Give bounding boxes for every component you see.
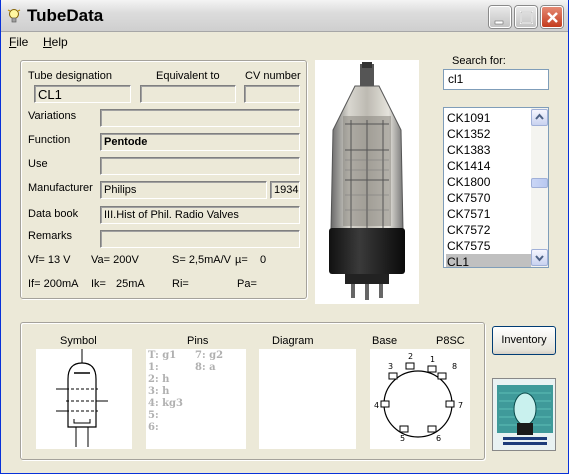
- title-bar[interactable]: TubeData: [1, 0, 568, 32]
- lightbulb-icon: [7, 8, 21, 24]
- cv-number-field[interactable]: [244, 85, 300, 103]
- search-label: Search for:: [452, 55, 506, 67]
- pins-panel: T: g1 1: 2: h 3: h 4: kg3 5: 6: 7: g2 8: a: [146, 349, 246, 449]
- va-value: Va= 200V: [91, 254, 139, 266]
- tubedata-logo[interactable]: [492, 378, 556, 451]
- base-pin-pad: [380, 400, 390, 408]
- equivalent-label: Equivalent to: [156, 70, 220, 82]
- base-panel: 1 2 3 4 5 6 7 8: [370, 349, 470, 449]
- ik-value: 25mA: [116, 278, 145, 290]
- variations-field[interactable]: [100, 109, 300, 127]
- base-pin-pad: [445, 400, 455, 408]
- databook-field[interactable]: III.Hist of Phil. Radio Valves: [100, 206, 300, 224]
- cv-number-label: CV number: [245, 70, 301, 82]
- pin-entry: 3: h: [148, 386, 170, 397]
- pin-entry: T: g1: [148, 350, 177, 361]
- pin-entry: 6:: [148, 422, 159, 433]
- pin-entry: 2: h: [148, 374, 170, 385]
- designation-field[interactable]: CL1: [34, 85, 131, 103]
- base-pin-pad: [388, 372, 398, 380]
- use-field[interactable]: [100, 157, 300, 175]
- function-label: Function: [28, 134, 71, 146]
- scroll-up-button[interactable]: [531, 109, 548, 126]
- window-title: TubeData: [27, 6, 104, 25]
- base-pin-label: 6: [436, 434, 441, 443]
- manufacturer-field[interactable]: Philips: [100, 181, 267, 199]
- close-icon: [547, 12, 558, 23]
- pin-entry: 1:: [148, 362, 159, 373]
- close-button[interactable]: [541, 6, 563, 28]
- minimize-button[interactable]: [489, 6, 511, 28]
- search-input[interactable]: cl1: [443, 69, 549, 90]
- pin-entry: 5:: [148, 410, 159, 421]
- vf-value: Vf= 13 V: [28, 254, 71, 266]
- base-label: Base: [372, 335, 398, 347]
- base-type-label: P8SC: [436, 335, 465, 347]
- databook-label: Data book: [28, 208, 79, 220]
- base-pin-label: 4: [374, 401, 379, 410]
- scroll-thumb[interactable]: [531, 178, 548, 188]
- base-pin-label: 7: [458, 401, 463, 410]
- pin-entry: 7: g2: [195, 350, 224, 361]
- tube-photo: [315, 60, 419, 304]
- pin-entry: 8: a: [195, 362, 216, 373]
- year-field[interactable]: 1934: [270, 181, 300, 199]
- s-value: S= 2,5mA/V: [172, 254, 232, 266]
- base-pin-label: 8: [452, 362, 457, 371]
- if-value: If= 200mA: [28, 278, 79, 290]
- maximize-icon: [520, 11, 533, 24]
- tubedata-window: TubeData File Help Tube designation Equi…: [0, 0, 569, 474]
- inventory-button[interactable]: Inventory: [492, 326, 556, 355]
- use-label: Use: [28, 158, 48, 170]
- diagram-label: Diagram: [272, 335, 314, 347]
- mu-label: µ=: [235, 254, 248, 266]
- ik-label: Ik=: [91, 278, 106, 290]
- remarks-label: Remarks: [28, 230, 73, 242]
- scroll-down-button[interactable]: [531, 249, 548, 266]
- base-pin-pad: [427, 425, 437, 433]
- base-pin-label: 3: [388, 362, 393, 371]
- maximize-button[interactable]: [515, 6, 537, 28]
- arrow-down-icon: [535, 255, 544, 262]
- pentode-symbol-icon: [56, 349, 108, 447]
- base-pinout-icon: 1 2 3 4 5 6 7 8: [374, 352, 463, 443]
- designation-label: Tube designation: [28, 70, 112, 82]
- mu-value: 0: [260, 254, 267, 266]
- tube-list[interactable]: CK1091 CK1352 CK1383 CK1414 CK1800 CK7570 CK75…: [443, 107, 549, 268]
- diagram-panel: [259, 349, 356, 449]
- base-pin-pad: [399, 425, 409, 433]
- base-pin-pad: [405, 362, 415, 370]
- arrow-up-icon: [535, 113, 544, 120]
- base-pin-label: 1: [430, 355, 435, 364]
- minimize-icon: [494, 20, 504, 25]
- menu-help[interactable]: Help: [43, 35, 68, 49]
- list-scrollbar[interactable]: [531, 108, 548, 267]
- base-pin-label: 5: [400, 434, 405, 443]
- pin-entry: 4: kg3: [148, 398, 184, 409]
- menu-bar: File Help: [1, 33, 568, 53]
- base-pin-label: 2: [408, 352, 413, 361]
- function-field[interactable]: Pentode: [100, 133, 300, 151]
- base-pin-pad: [437, 372, 447, 380]
- base-pin-pad: [427, 365, 437, 373]
- symbol-panel: [36, 349, 132, 449]
- pa-value: Pa=: [237, 278, 257, 290]
- equivalent-field[interactable]: [140, 85, 236, 103]
- variations-label: Variations: [28, 110, 77, 122]
- pins-label: Pins: [187, 335, 209, 347]
- menu-file[interactable]: File: [9, 35, 28, 49]
- remarks-field[interactable]: [100, 230, 300, 248]
- manufacturer-label: Manufacturer: [28, 182, 93, 194]
- ri-value: Ri=: [172, 278, 189, 290]
- symbol-label: Symbol: [60, 335, 97, 347]
